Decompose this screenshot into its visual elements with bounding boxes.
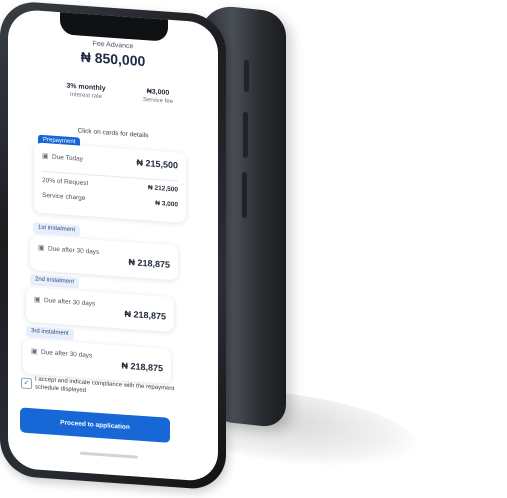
prepayment-row-label: Service charge (42, 191, 86, 202)
instalment-card[interactable]: ▣ Due after 30 days ₦ 218,875 (30, 235, 178, 281)
prepayment-card[interactable]: ▣ Due Today ₦ 215,500 20% of Request ₦ 2… (34, 142, 186, 224)
calendar-icon: ▣ (38, 244, 45, 253)
instalment-due-text: Due after 30 days (44, 297, 96, 308)
calendar-icon: ▣ (34, 296, 41, 304)
phone-frame: Fee Advance ₦ 850,000 3% monthly Interes… (0, 0, 226, 491)
prepayment-row-value: ₦ 3,000 (155, 199, 178, 209)
proceed-button[interactable]: Proceed to application (20, 407, 170, 443)
home-indicator (80, 451, 138, 459)
instalment-due-text: Due after 30 days (41, 348, 93, 360)
phone-side-button (242, 172, 247, 218)
screen-content: Fee Advance ₦ 850,000 3% monthly Interes… (8, 9, 218, 483)
phone-side-button (244, 60, 249, 92)
instalment-due-text: Due after 30 days (48, 245, 100, 256)
calendar-icon: ▣ (42, 152, 49, 161)
instalment-badge: 2nd instalment (30, 274, 80, 289)
prepayment-row-value: ₦ 212,500 (148, 184, 178, 194)
instalment-amount: ₦ 218,875 (121, 360, 163, 374)
consent-checkbox[interactable]: ✓ (21, 377, 32, 390)
interest-rate-metric: 3% monthly Interest rate (46, 81, 126, 102)
instalment-badge: 3rd instalment (26, 325, 74, 340)
phone-side-button (243, 112, 248, 158)
prepayment-amount: ₦ 215,500 (136, 157, 178, 171)
phone-screen: Fee Advance ₦ 850,000 3% monthly Interes… (8, 8, 218, 483)
check-icon: ✓ (23, 379, 30, 388)
instalment-amount: ₦ 218,875 (124, 308, 166, 322)
service-fee-metric: ₦3,000 Service fee (118, 86, 198, 107)
calendar-icon: ▣ (31, 348, 38, 356)
instalment-badge: 1st instalment (33, 222, 81, 237)
instalment-card[interactable]: ▣ Due after 30 days ₦ 218,875 (26, 286, 174, 333)
instalment-amount: ₦ 218,875 (128, 256, 170, 270)
prepayment-row-label: 20% of Request (42, 176, 89, 188)
stage: Fee Advance ₦ 850,000 3% monthly Interes… (0, 0, 507, 498)
prepayment-due-text: Due Today (52, 153, 83, 163)
